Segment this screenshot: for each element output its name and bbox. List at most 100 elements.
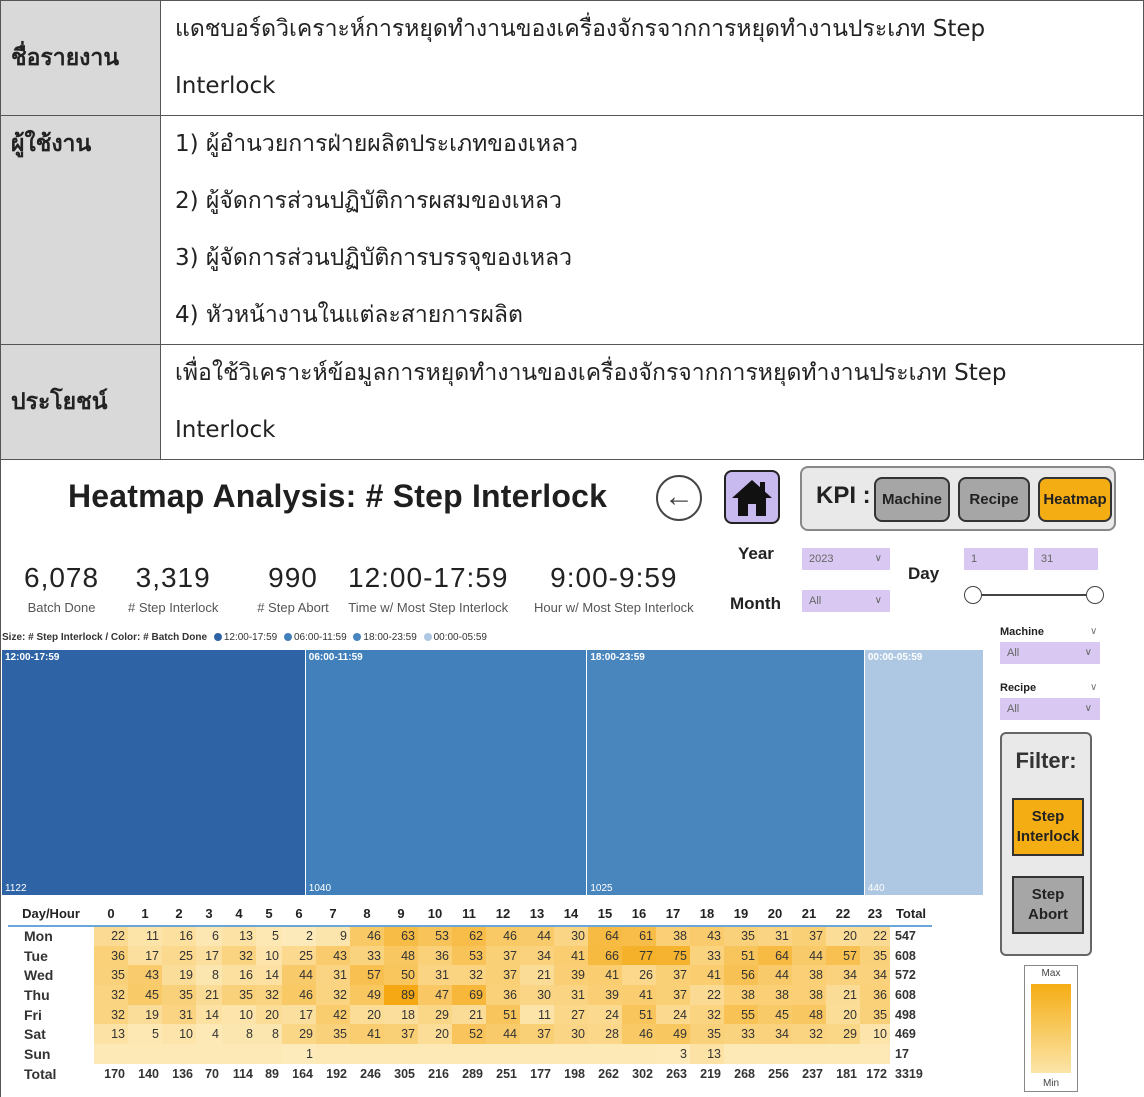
heatmap-cell: 25 xyxy=(282,945,316,966)
machine-dropdown[interactable]: All ∨ xyxy=(1000,642,1100,664)
day-max-input[interactable]: 31 xyxy=(1034,548,1098,570)
heatmap-cell: 13 xyxy=(94,1024,128,1045)
legend-item: 12:00-17:59 xyxy=(223,632,278,643)
machine-label: Machine xyxy=(1000,626,1045,638)
legend-dot xyxy=(284,633,292,641)
treemap-tile[interactable]: 18:00-23:59 1025 xyxy=(587,650,864,895)
heatmap-cell: 53 xyxy=(452,945,486,966)
step-interlock-filter-button[interactable]: Step Interlock xyxy=(1012,798,1084,856)
heatmap-cell xyxy=(162,1044,196,1064)
heatmap-column-header: 14 xyxy=(554,902,588,927)
back-button[interactable]: ← xyxy=(656,475,702,521)
year-dropdown[interactable]: 2023 ∨ xyxy=(802,548,890,570)
treemap-tile[interactable]: 12:00-17:59 1122 xyxy=(2,650,305,895)
heatmap-cell: 13 xyxy=(690,1044,724,1064)
heatmap-cell: 8 xyxy=(196,965,222,986)
heatmap-cell xyxy=(588,1044,622,1064)
heatmap-column-header: 2 xyxy=(162,902,196,927)
treemap-tile[interactable]: 00:00-05:59 440 xyxy=(864,650,983,895)
heatmap-cell: 62 xyxy=(452,926,486,946)
heatmap-cell: 10 xyxy=(222,1004,256,1025)
heatmap-cell xyxy=(826,1044,860,1064)
heatmap-cell: 19 xyxy=(162,965,196,986)
heatmap-column-total: 302 xyxy=(622,1063,656,1084)
heatmap-column-header: 1 xyxy=(128,902,162,927)
treemap-tile-value: 1040 xyxy=(308,883,332,894)
heatmap-cell: 13 xyxy=(222,926,256,946)
filter-title: Filter: xyxy=(1015,748,1077,773)
heatmap-cell: 44 xyxy=(520,926,554,946)
heatmap-row-label: Sun xyxy=(24,1045,51,1062)
heatmap-cell: 37 xyxy=(520,1024,554,1045)
chevron-down-icon: ∨ xyxy=(874,553,882,564)
kpi-heatmap-button[interactable]: Heatmap xyxy=(1038,477,1112,522)
heatmap-cell: 89 xyxy=(384,985,418,1005)
heatmap-column-header: 11 xyxy=(452,902,486,927)
kpi-card-time-most: 12:00-17:59 Time w/ Most Step Interlock xyxy=(348,562,508,615)
heatmap-row-label: Thu xyxy=(24,986,50,1003)
heatmap-column-total: 114 xyxy=(222,1063,256,1084)
heatmap-cell xyxy=(622,1044,656,1064)
report-info-table: ชื่อรายงาน แดชบอร์ดวิเคราะห์การหยุดทำงาน… xyxy=(0,0,1144,460)
kpi-card-step-abort: 990 # Step Abort xyxy=(252,562,334,615)
day-range-slider[interactable] xyxy=(964,584,1104,606)
heatmap-row-total: 469 xyxy=(890,1024,932,1045)
heatmap-cell: 29 xyxy=(826,1024,860,1045)
heatmap-cell: 42 xyxy=(316,1004,350,1025)
heatmap-row-label: Fri xyxy=(24,1006,42,1023)
heatmap-row-label: Wed xyxy=(24,967,54,984)
heatmap-cell: 25 xyxy=(162,945,196,966)
chevron-down-icon: ∨ xyxy=(1084,703,1092,714)
heatmap-cell: 22 xyxy=(690,985,724,1005)
heatmap-column-total: 164 xyxy=(282,1063,316,1084)
month-dropdown[interactable]: All ∨ xyxy=(802,590,890,612)
kpi-card-value: 6,078 xyxy=(24,562,100,593)
heatmap-cell: 17 xyxy=(196,945,222,966)
legend-dot xyxy=(353,633,362,641)
heatmap-cell xyxy=(222,1044,256,1064)
treemap-tile-label: 06:00-11:59 xyxy=(308,652,363,663)
heatmap-row: Wed 35 43 19 8 16 14 44 31 57 50 31 32 37 21 39 41 26 37 41… xyxy=(8,965,932,986)
heatmap-cell: 31 xyxy=(162,1004,196,1025)
heatmap-cell: 32 xyxy=(452,965,486,986)
heatmap-cell: 10 xyxy=(162,1024,196,1045)
kpi-card-step-interlock: 3,319 # Step Interlock xyxy=(128,562,218,615)
heatmap-row-total: 608 xyxy=(890,985,932,1005)
legend-item: 00:00-05:59 xyxy=(433,632,487,643)
heatmap-cell: 32 xyxy=(316,985,350,1005)
home-button[interactable] xyxy=(724,470,780,524)
user-item-3: 3) ผู้จัดการส่วนปฏิบัติการบรรจุของเหลว xyxy=(175,245,573,271)
kpi-recipe-button[interactable]: Recipe xyxy=(958,477,1030,522)
heatmap-cell: 36 xyxy=(860,985,890,1005)
heatmap-cell: 1 xyxy=(282,1044,316,1064)
heatmap-cell: 29 xyxy=(418,1004,452,1025)
dashboard-title: Heatmap Analysis: # Step Interlock xyxy=(68,478,608,514)
heatmap-color-scale: Max Min xyxy=(1024,965,1078,1092)
slider-max-handle[interactable] xyxy=(1086,586,1104,604)
heatmap-column-header: 6 xyxy=(282,902,316,927)
heatmap-cell: 39 xyxy=(588,985,622,1005)
step-abort-filter-button[interactable]: Step Abort xyxy=(1012,876,1084,934)
heatmap-cell xyxy=(452,1044,486,1064)
kpi-machine-button[interactable]: Machine xyxy=(874,477,950,522)
arrow-left-circle-icon: ← xyxy=(664,480,694,513)
legend-dot xyxy=(213,633,222,641)
chevron-down-icon[interactable]: ∨ xyxy=(1090,682,1097,693)
benefit-line-2: Interlock xyxy=(175,417,276,443)
heatmap-cell: 41 xyxy=(350,1024,384,1045)
heatmap-cell xyxy=(792,1044,826,1064)
dashboard-panel: Heatmap Analysis: # Step Interlock ← KPI… xyxy=(2,460,1142,1097)
chevron-down-icon[interactable]: ∨ xyxy=(1090,626,1097,637)
heatmap-cell: 33 xyxy=(690,945,724,966)
heatmap-cell: 14 xyxy=(196,1004,222,1025)
heatmap-cell: 35 xyxy=(316,1024,350,1045)
slider-min-handle[interactable] xyxy=(964,586,982,604)
treemap-tile[interactable]: 06:00-11:59 1040 xyxy=(305,650,587,895)
heatmap-column-header: 10 xyxy=(418,902,452,927)
recipe-dropdown[interactable]: All ∨ xyxy=(1000,698,1100,720)
kpi-card-label: Time w/ Most Step Interlock xyxy=(348,600,509,615)
recipe-label: Recipe xyxy=(1000,682,1037,694)
day-min-input[interactable]: 1 xyxy=(964,548,1028,570)
user-item-1: 1) ผู้อำนวยการฝ่ายผลิตประเภทของเหลว xyxy=(175,131,579,157)
heatmap-column-total: 177 xyxy=(520,1063,554,1084)
